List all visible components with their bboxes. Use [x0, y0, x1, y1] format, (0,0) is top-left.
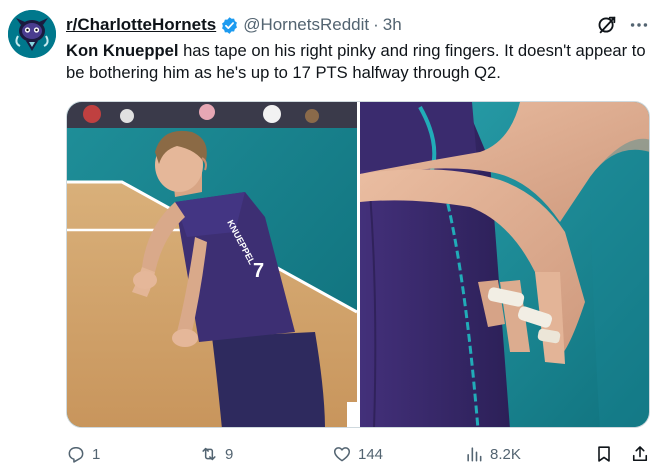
reply-icon — [68, 447, 84, 463]
repost-button[interactable]: 9 — [199, 442, 233, 466]
repost-icon — [202, 447, 216, 461]
bookmark-button[interactable] — [594, 442, 620, 466]
tweet: r/CharlotteHornets @HornetsReddit · 3h K… — [0, 0, 660, 472]
repost-count: 9 — [225, 445, 234, 463]
reply-button[interactable]: 1 — [66, 442, 100, 466]
verified-icon — [222, 16, 238, 34]
views-button[interactable]: 8.2K — [464, 442, 521, 466]
separator-dot: · — [373, 15, 379, 34]
share-button[interactable] — [630, 442, 656, 466]
more-icon[interactable] — [628, 14, 650, 36]
share-icon — [632, 446, 648, 462]
avatar[interactable] — [8, 10, 56, 58]
reply-count: 1 — [92, 445, 101, 463]
like-count: 144 — [358, 445, 384, 463]
grok-icon[interactable] — [596, 14, 618, 36]
display-name[interactable]: r/CharlotteHornets — [66, 15, 216, 35]
hornets-logo-icon — [8, 10, 56, 58]
photo-player-court[interactable]: 7 KNUEPPEL — [67, 102, 357, 427]
user-handle[interactable]: @HornetsReddit — [243, 15, 369, 35]
action-bar: 1 9 144 8.2K — [66, 442, 650, 466]
like-icon — [333, 447, 351, 462]
jersey-number: 7 — [253, 260, 264, 282]
tweet-text-highlight: Kon Knueppel — [66, 41, 179, 60]
photo-taped-fingers[interactable] — [360, 102, 649, 427]
media-grid: 7 KNUEPPEL — [66, 101, 650, 428]
bookmark-icon — [598, 446, 610, 462]
timestamp[interactable]: 3h — [383, 15, 402, 35]
tweet-header: r/CharlotteHornets @HornetsReddit · 3h — [66, 13, 402, 37]
views-count: 8.2K — [490, 445, 521, 463]
views-icon — [467, 447, 482, 462]
tweet-text: Kon Knueppel has tape on his right pinky… — [66, 40, 654, 84]
like-button[interactable]: 144 — [332, 442, 383, 466]
